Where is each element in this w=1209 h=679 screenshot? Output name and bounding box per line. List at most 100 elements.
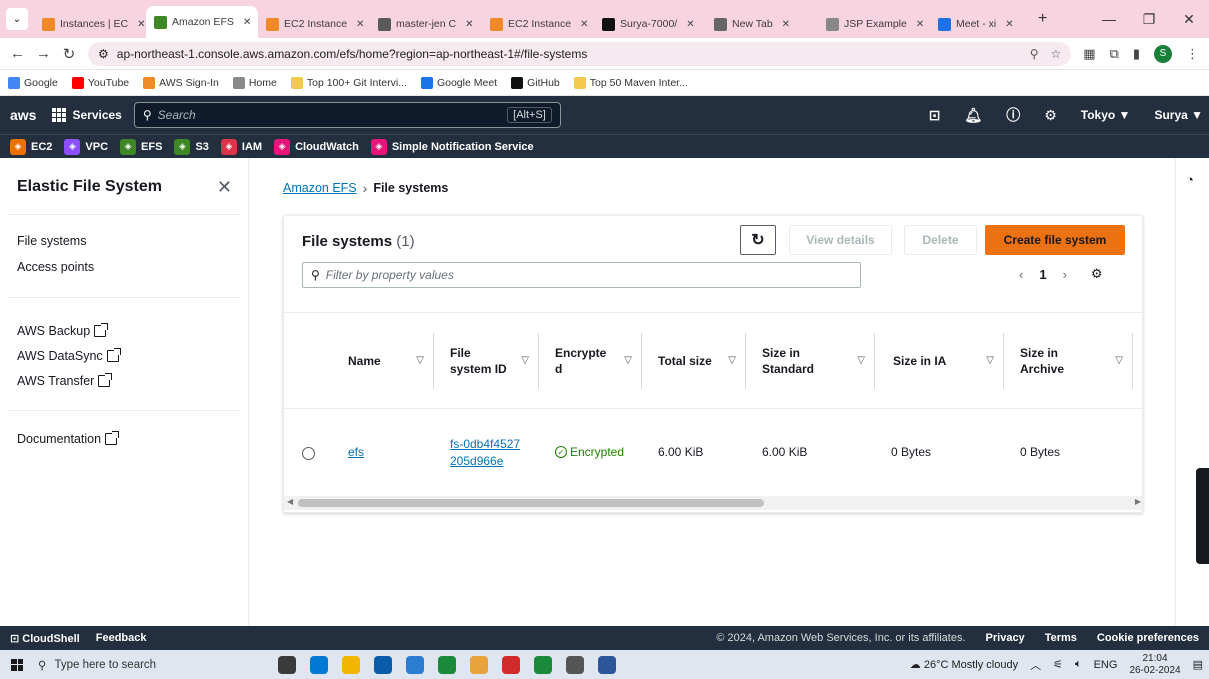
tray-chevron-icon[interactable]: ︿ — [1030, 657, 1041, 673]
forward-icon[interactable]: → — [36, 45, 51, 62]
settings-gear-icon[interactable]: ⚙ — [1044, 107, 1057, 124]
side-link-aws-datasync[interactable]: AWS DataSync — [17, 348, 121, 363]
aws-logo[interactable]: aws — [10, 108, 36, 122]
file-system-id-link[interactable]: fs-0db4f4527205d966e — [450, 436, 522, 471]
zoom-icon[interactable]: ⚲ — [1030, 47, 1039, 61]
tab-search-icon[interactable]: ⌄ — [6, 8, 28, 30]
taskbar-app-icon[interactable] — [470, 655, 488, 674]
side-link-access-points[interactable]: Access points — [17, 260, 94, 274]
site-info-icon[interactable]: ⚙ — [98, 47, 109, 61]
floating-recorder-toolbar[interactable] — [1196, 468, 1209, 564]
url-field[interactable]: ⚙ ap-northeast-1.console.aws.amazon.com/… — [88, 41, 1072, 66]
taskbar-app-icon[interactable] — [278, 655, 296, 674]
taskbar-app-icon[interactable] — [534, 655, 552, 674]
browser-tab[interactable]: Instances | EC ✕ — [34, 10, 146, 38]
taskbar-app-icon[interactable] — [566, 655, 584, 674]
restore-icon[interactable]: ❐ — [1129, 11, 1169, 28]
puzzle-icon[interactable]: ⧉ — [1110, 46, 1119, 62]
bookmark-item[interactable]: Google — [8, 76, 58, 89]
row-select-radio[interactable] — [302, 410, 330, 496]
refresh-button[interactable]: ↻ — [740, 225, 776, 255]
browser-menu-icon[interactable]: ⋮ — [1186, 46, 1199, 62]
minimize-icon[interactable]: — — [1089, 11, 1129, 27]
bookmark-item[interactable]: Google Meet — [420, 76, 497, 89]
delete-button[interactable]: Delete — [904, 225, 977, 255]
account-menu[interactable]: Surya ▼ — [1154, 108, 1203, 122]
tab-close-icon[interactable]: ✕ — [782, 19, 790, 30]
side-link-aws-transfer[interactable]: AWS Transfer — [17, 373, 113, 388]
region-selector[interactable]: Tokyo ▼ — [1081, 108, 1131, 122]
filter-input[interactable]: ⚲ Filter by property values — [302, 262, 861, 288]
column-header-name[interactable]: Name ▽ — [330, 313, 434, 409]
terms-link[interactable]: Terms — [1045, 632, 1077, 644]
column-header-file-system-id[interactable]: File system ID ▽ — [434, 313, 539, 409]
favorite-service-efs[interactable]: ◈ EFS — [120, 138, 162, 155]
close-window-icon[interactable]: ✕ — [1169, 11, 1209, 28]
profile-avatar[interactable]: S — [1154, 44, 1172, 63]
favorite-service-simple-notification-service[interactable]: ◈ Simple Notification Service — [370, 138, 534, 155]
favorite-service-vpc[interactable]: ◈ VPC — [64, 138, 108, 155]
previous-page-icon[interactable]: ‹ — [1019, 267, 1023, 282]
taskbar-app-icon[interactable] — [310, 655, 328, 674]
sidepanel-icon[interactable]: ▮ — [1133, 46, 1140, 62]
bookmark-star-icon[interactable]: ☆ — [1050, 47, 1061, 61]
next-page-icon[interactable]: › — [1063, 267, 1067, 282]
taskbar-app-icon[interactable] — [374, 655, 392, 674]
column-header-size-archive[interactable]: Size in Archive ▽ — [1004, 313, 1133, 409]
bookmark-item[interactable]: Top 50 Maven Inter... — [573, 76, 688, 89]
current-page[interactable]: 1 — [1039, 267, 1046, 282]
back-icon[interactable]: ← — [10, 45, 25, 62]
new-tab-button[interactable]: + — [1030, 10, 1055, 28]
table-row[interactable]: efs fs-0db4f4527205d966e ✓ Encrypted 6.00… — [284, 410, 1142, 496]
privacy-link[interactable]: Privacy — [986, 632, 1025, 644]
cloudshell-icon[interactable]: ⊡ — [929, 107, 941, 124]
tab-close-icon[interactable]: ✕ — [243, 17, 251, 28]
scrollbar-thumb[interactable] — [298, 499, 764, 507]
taskbar-app-icon[interactable] — [406, 655, 424, 674]
bookmark-item[interactable]: YouTube — [71, 76, 129, 89]
side-link-documentation[interactable]: Documentation — [17, 431, 120, 446]
weather-widget[interactable]: ☁ 26°C Mostly cloudy — [910, 658, 1018, 671]
table-preferences-gear-icon[interactable]: ⚙ — [1091, 266, 1103, 282]
tab-close-icon[interactable]: ✕ — [465, 19, 473, 30]
bookmark-item[interactable]: AWS Sign-In — [143, 76, 219, 89]
tab-close-icon[interactable]: ✕ — [1005, 19, 1013, 30]
scroll-right-icon[interactable]: ▶ — [1135, 497, 1141, 506]
cookie-preferences-link[interactable]: Cookie preferences — [1097, 632, 1199, 644]
browser-tab[interactable]: JSP Example ✕ — [818, 10, 930, 38]
services-menu-button[interactable]: Services — [52, 108, 122, 122]
close-icon[interactable]: ✕ — [217, 177, 232, 198]
tab-close-icon[interactable]: ✕ — [356, 19, 364, 30]
tab-close-icon[interactable]: ✕ — [686, 19, 694, 30]
help-panel-icon[interactable]: ◔ — [1186, 172, 1194, 187]
column-header-total-size[interactable]: Total size ▽ — [642, 313, 746, 409]
favorite-service-ec2[interactable]: ◈ EC2 — [10, 138, 52, 155]
browser-tab[interactable]: EC2 Instance ✕ — [258, 10, 370, 38]
feedback-link[interactable]: Feedback — [96, 632, 147, 644]
taskbar-app-icon[interactable] — [598, 655, 616, 674]
notifications-bell-icon[interactable]: 🔔︎ — [964, 107, 982, 124]
column-header-encrypted[interactable]: Encrypted ▽ — [539, 313, 642, 409]
column-header-size-standard[interactable]: Size in Standard ▽ — [746, 313, 875, 409]
browser-tab[interactable]: Meet - xi ✕ — [930, 10, 1030, 38]
horizontal-scrollbar[interactable]: ◀ ▶ — [284, 496, 1142, 510]
tab-close-icon[interactable]: ✕ — [580, 19, 588, 30]
taskbar-app-icon[interactable] — [342, 655, 360, 674]
bookmark-item[interactable]: Top 100+ Git Intervi... — [290, 76, 407, 89]
scroll-left-icon[interactable]: ◀ — [287, 497, 293, 506]
taskbar-app-icon[interactable] — [502, 655, 520, 674]
aws-search-input[interactable]: ⚲ Search [Alt+S] — [133, 102, 561, 128]
side-link-file-systems[interactable]: File systems — [17, 234, 86, 248]
column-header-size-ia[interactable]: Size in IA ▽ — [875, 313, 1004, 409]
tab-close-icon[interactable]: ✕ — [916, 19, 924, 30]
file-system-name-link[interactable]: efs — [348, 444, 364, 461]
volume-icon[interactable]: 🔈︎ — [1075, 658, 1082, 671]
view-details-button[interactable]: View details — [789, 225, 892, 255]
network-icon[interactable]: ⚟ — [1053, 658, 1063, 671]
browser-tab[interactable]: New Tab ✕ — [706, 10, 818, 38]
browser-tab[interactable]: master-jen C ✕ — [370, 10, 482, 38]
browser-tab[interactable]: Amazon EFS ✕ — [146, 6, 258, 38]
cloudshell-button[interactable]: ⊡ CloudShell — [10, 632, 80, 645]
breadcrumb-amazon-efs[interactable]: Amazon EFS — [283, 181, 357, 195]
create-file-system-button[interactable]: Create file system — [985, 225, 1125, 255]
